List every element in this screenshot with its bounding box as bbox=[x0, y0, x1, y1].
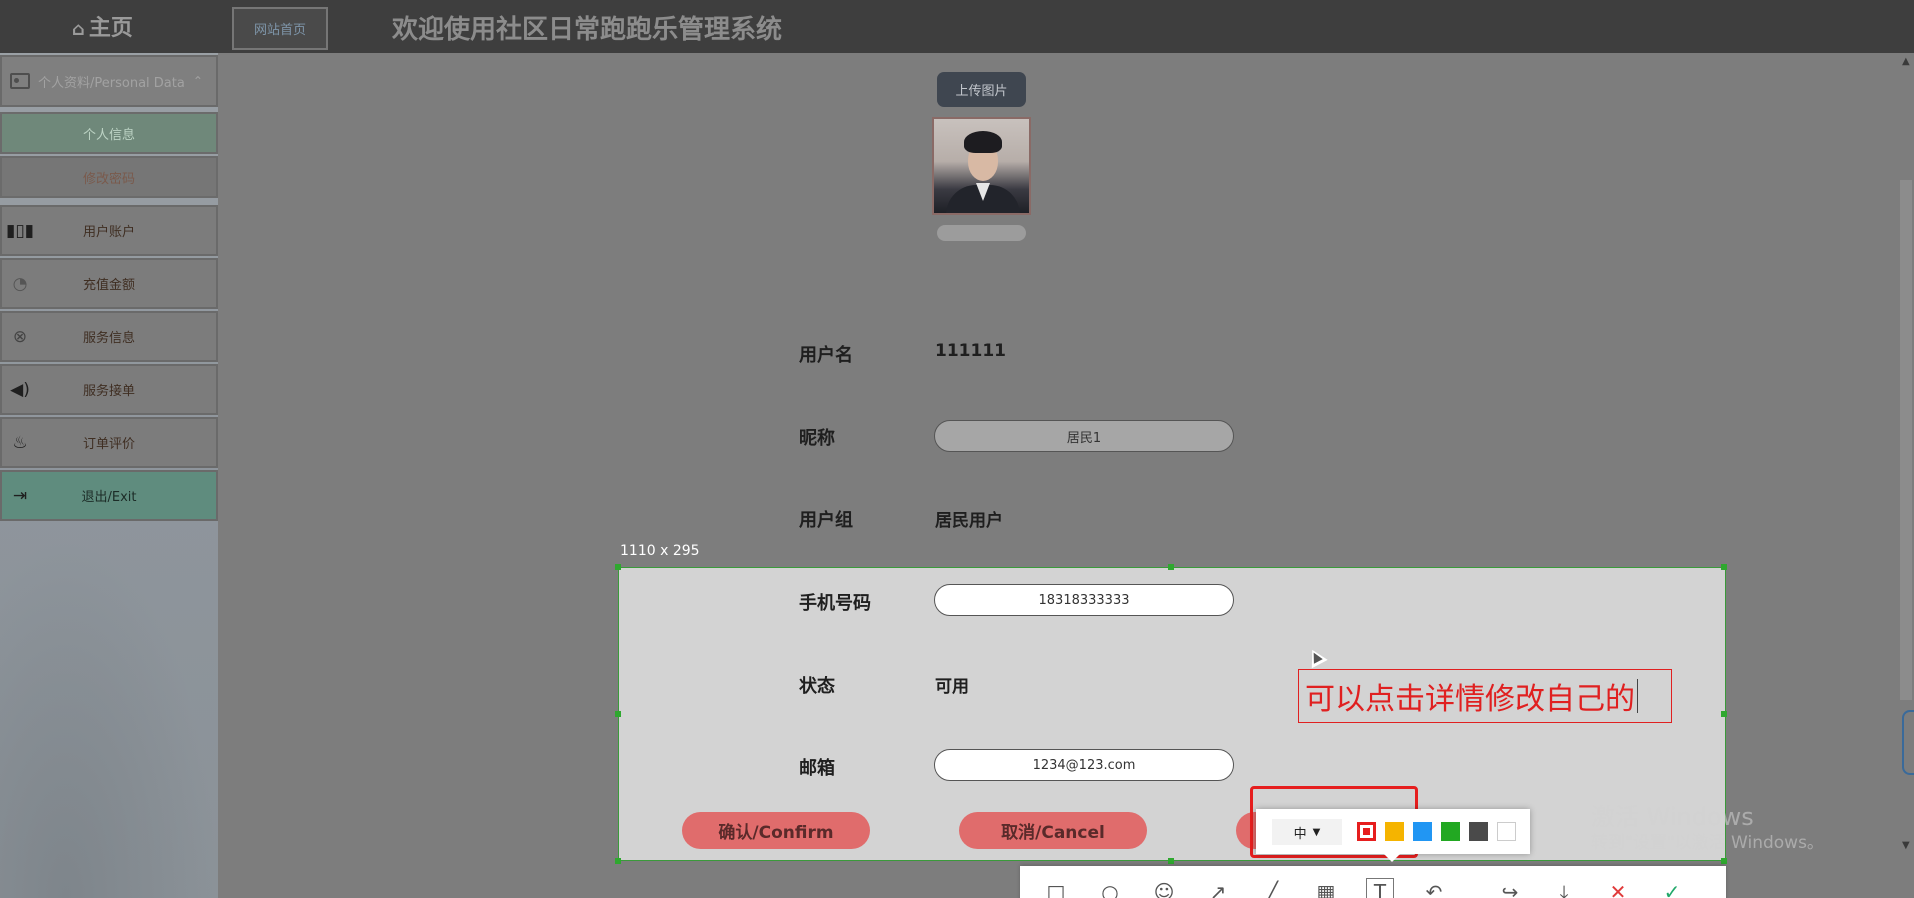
nickname-input[interactable]: 居民1 bbox=[934, 420, 1234, 452]
sidebar-item-label: 充值金额 bbox=[82, 278, 135, 293]
font-size-value: 中 bbox=[1293, 826, 1307, 842]
annotation-text-box[interactable]: 可以点击详情修改自己的 bbox=[1298, 669, 1672, 723]
rectangle-tool-icon[interactable]: □ bbox=[1042, 878, 1070, 898]
annotation-text: 可以点击详情修改自己的 bbox=[1305, 682, 1635, 717]
cancel-button[interactable]: 取消/Cancel bbox=[959, 812, 1147, 849]
sidebar-item-order-review[interactable]: ♨ 订单评价 bbox=[0, 417, 218, 468]
color-swatch-gray[interactable] bbox=[1469, 822, 1488, 841]
selection-handle[interactable] bbox=[1721, 564, 1727, 570]
color-palette: 中 ▼ bbox=[1256, 809, 1530, 862]
selection-handle[interactable] bbox=[1168, 564, 1174, 570]
cancel-capture-icon[interactable]: ✕ bbox=[1604, 878, 1632, 898]
undo-icon[interactable]: ↶ bbox=[1420, 878, 1448, 898]
sidebar-item-user-account[interactable]: ▮▯▮ 用户账户 bbox=[0, 205, 218, 256]
activate-windows-subtitle: 转到"设置"以激活 Windows。 bbox=[1591, 833, 1824, 853]
status-value: 可用 bbox=[935, 677, 969, 697]
logout-icon: ⇥ bbox=[12, 486, 28, 506]
font-size-select[interactable]: 中 ▼ bbox=[1272, 819, 1342, 845]
scroll-down-icon[interactable]: ▼ bbox=[1902, 840, 1910, 851]
user-group-value: 居民用户 bbox=[935, 511, 1003, 531]
site-home-button[interactable]: 网站首页 bbox=[232, 7, 328, 50]
speaker-icon: ◀) bbox=[10, 380, 30, 400]
sidebar-item-recharge[interactable]: ◔ 充值金额 bbox=[0, 258, 218, 309]
color-swatch-blue[interactable] bbox=[1413, 822, 1432, 841]
home-label: 主页 bbox=[88, 16, 133, 41]
upload-image-button[interactable]: 上传图片 bbox=[937, 72, 1026, 107]
avatar bbox=[932, 117, 1031, 215]
color-swatch-white[interactable] bbox=[1497, 822, 1516, 841]
sidebar-item-label: 服务信息 bbox=[82, 331, 135, 346]
text-caret bbox=[1637, 679, 1638, 713]
top-bar: ⌂ 主页 网站首页 欢迎使用社区日常跑跑乐管理系统 bbox=[0, 0, 1914, 53]
confirm-button[interactable]: 确认/Confirm bbox=[682, 812, 870, 849]
side-widget-edge bbox=[1902, 710, 1914, 775]
sidebar-item-label: 服务接单 bbox=[82, 384, 135, 399]
selection-handle[interactable] bbox=[1168, 858, 1174, 864]
gauge-icon: ◔ bbox=[12, 274, 28, 294]
nickname-label: 昵称 bbox=[799, 428, 835, 449]
capture-toolbar: □ ○ ☺ ↗ ╱ ▦ T ↶ ↪ ⤓ ✕ ✓ bbox=[1020, 866, 1726, 898]
sidebar-item-change-password[interactable]: 修改密码 bbox=[0, 156, 218, 198]
color-swatch-yellow[interactable] bbox=[1385, 822, 1404, 841]
sidebar-item-label: 订单评价 bbox=[82, 437, 135, 452]
share-icon[interactable]: ↪ bbox=[1496, 878, 1524, 898]
ellipse-tool-icon[interactable]: ○ bbox=[1096, 878, 1124, 898]
avatar-caption-bar bbox=[937, 225, 1026, 241]
confirm-capture-icon[interactable]: ✓ bbox=[1658, 878, 1686, 898]
dropdown-caret-icon: ▼ bbox=[1312, 826, 1321, 838]
activate-windows-title: 激活 Windows bbox=[1591, 803, 1754, 831]
status-label: 状态 bbox=[799, 676, 835, 697]
text-tool-icon[interactable]: T bbox=[1366, 878, 1394, 898]
selection-handle[interactable] bbox=[615, 711, 621, 717]
color-swatch-red[interactable] bbox=[1357, 822, 1376, 841]
system-title: 欢迎使用社区日常跑跑乐管理系统 bbox=[392, 15, 783, 45]
user-group-label: 用户组 bbox=[799, 510, 853, 531]
scroll-up-icon[interactable]: ▲ bbox=[1902, 56, 1910, 67]
username-label: 用户名 bbox=[799, 345, 853, 366]
sidebar-item-label: 用户账户 bbox=[82, 225, 135, 240]
mosaic-tool-icon[interactable]: ▦ bbox=[1312, 878, 1340, 898]
bookshelf-icon: ▮▯▮ bbox=[5, 221, 35, 241]
email-label: 邮箱 bbox=[799, 758, 835, 779]
scrollbar-thumb[interactable] bbox=[1900, 180, 1912, 700]
selection-handle[interactable] bbox=[615, 564, 621, 570]
globe-icon: ⊗ bbox=[12, 327, 28, 347]
chevron-up-icon: ⌃ bbox=[192, 74, 203, 88]
download-icon[interactable]: ⤓ bbox=[1550, 878, 1578, 898]
home-link[interactable]: ⌂ 主页 bbox=[72, 10, 133, 42]
sidebar-group-personal-data[interactable]: 个人资料/Personal Data ⌃ bbox=[0, 55, 218, 107]
home-icon: ⌂ bbox=[72, 19, 85, 40]
arrow-tool-icon[interactable]: ↗ bbox=[1204, 878, 1232, 898]
flame-icon: ♨ bbox=[12, 433, 28, 453]
selection-handle[interactable] bbox=[615, 858, 621, 864]
selection-handle[interactable] bbox=[1721, 711, 1727, 717]
sidebar-item-exit[interactable]: ⇥ 退出/Exit bbox=[0, 470, 218, 521]
sidebar-item-service-info[interactable]: ⊗ 服务信息 bbox=[0, 311, 218, 362]
username-value: 111111 bbox=[935, 341, 1006, 361]
emoji-tool-icon[interactable]: ☺ bbox=[1150, 878, 1178, 898]
selection-handle[interactable] bbox=[1721, 858, 1727, 864]
selection-size-label: 1110 x 295 bbox=[620, 543, 700, 559]
sidebar-item-personal-info[interactable]: 个人信息 bbox=[0, 112, 218, 154]
sidebar: 个人资料/Personal Data ⌃ 个人信息 修改密码 ▮▯▮ 用户账户 … bbox=[0, 53, 218, 898]
line-tool-icon[interactable]: ╱ bbox=[1258, 878, 1286, 898]
id-card-icon bbox=[10, 73, 30, 89]
sidebar-item-label: 退出/Exit bbox=[81, 490, 137, 505]
phone-input[interactable]: 18318333333 bbox=[934, 584, 1234, 616]
color-swatch-green[interactable] bbox=[1441, 822, 1460, 841]
email-input[interactable]: 1234@123.com bbox=[934, 749, 1234, 781]
phone-label: 手机号码 bbox=[799, 593, 871, 614]
sidebar-group-label: 个人资料/Personal Data bbox=[38, 75, 185, 91]
sidebar-item-service-orders[interactable]: ◀) 服务接单 bbox=[0, 364, 218, 415]
